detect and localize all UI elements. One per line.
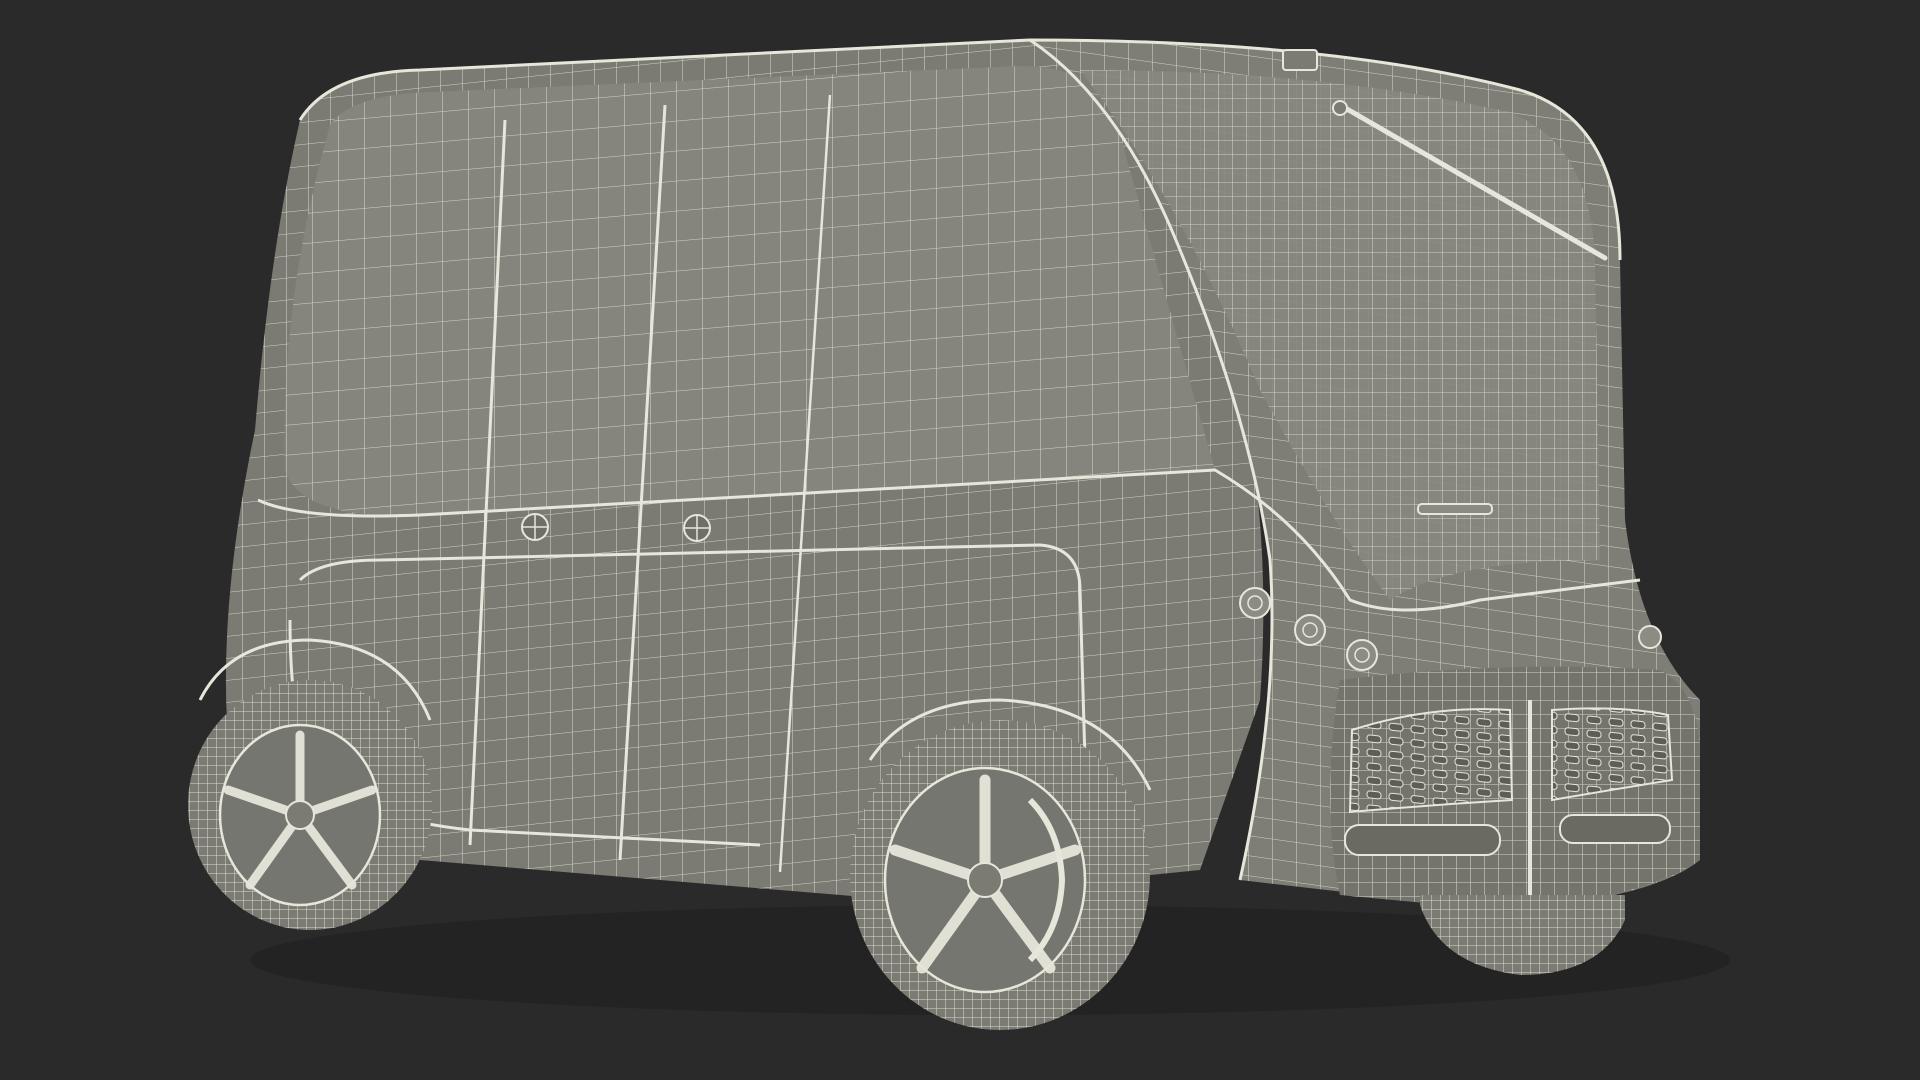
rear-hub (285, 800, 315, 830)
front-wheel (850, 720, 1150, 1030)
side-sensor-1 (521, 513, 549, 541)
roof-sensor (1282, 49, 1318, 71)
rear-wheel (188, 680, 432, 930)
front-hub (967, 862, 1003, 898)
intake-left (1344, 824, 1501, 856)
grille-left (1348, 708, 1514, 814)
headlight-right (1638, 625, 1662, 649)
side-sensor-2 (683, 514, 711, 542)
wiper-pivot (1332, 100, 1348, 116)
wireframe-render (0, 0, 1920, 1080)
viewport (0, 0, 1920, 1080)
window-mesh (284, 66, 1216, 516)
front-marker-light (1417, 503, 1493, 515)
intake-right (1559, 814, 1671, 844)
